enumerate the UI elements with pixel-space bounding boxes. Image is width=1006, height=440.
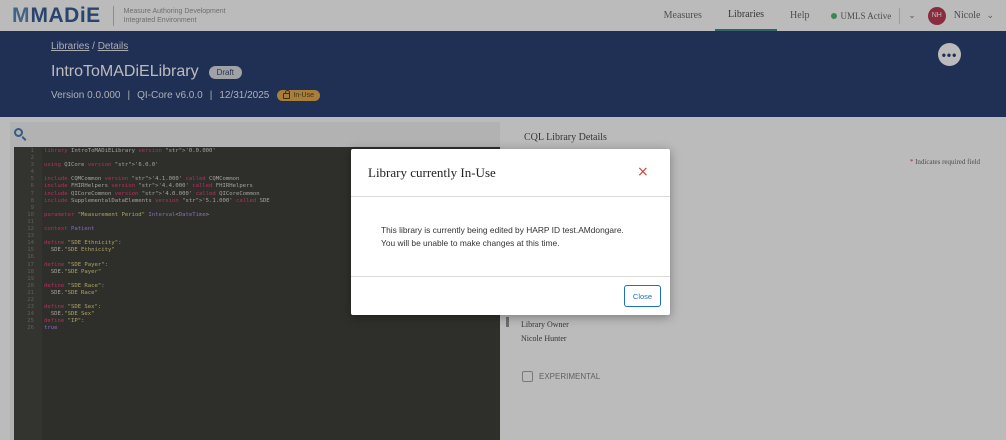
close-button[interactable]: Close bbox=[624, 285, 661, 307]
dialog-body: This library is currently being edited b… bbox=[381, 224, 651, 250]
close-icon[interactable]: × bbox=[637, 164, 649, 180]
dialog-footer-divider bbox=[351, 276, 670, 277]
dialog-message-line1: This library is currently being edited b… bbox=[381, 225, 624, 235]
dialog-title: Library currently In-Use bbox=[368, 165, 496, 180]
in-use-dialog: Library currently In-Use × This library … bbox=[351, 149, 670, 315]
dialog-message-line2: You will be unable to make changes at th… bbox=[381, 238, 560, 248]
dialog-header: Library currently In-Use × bbox=[351, 149, 670, 197]
